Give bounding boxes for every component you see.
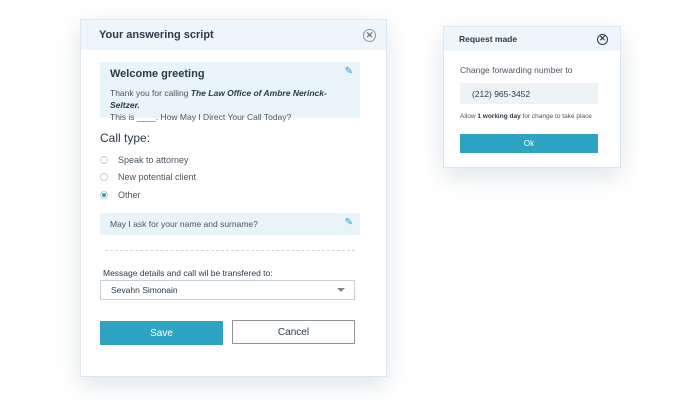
radio-other[interactable]: Other bbox=[100, 186, 196, 204]
request-made-panel: Request made ✕ Change forwarding number … bbox=[443, 26, 621, 168]
radio-button-selected[interactable] bbox=[100, 190, 108, 199]
radio-button[interactable] bbox=[100, 173, 108, 182]
radio-new-potential-client[interactable]: New potential client bbox=[100, 169, 196, 187]
note-suffix: for change to take place bbox=[520, 113, 592, 120]
radio-label: New potential client bbox=[118, 172, 197, 183]
close-icon[interactable]: ✕ bbox=[363, 28, 376, 42]
greeting-line2: This is ____. How May I Direct Your Call… bbox=[110, 112, 292, 122]
pencil-icon[interactable]: ✎ bbox=[345, 218, 353, 228]
answering-script-panel: Your answering script ✕ Welcome greeting… bbox=[80, 19, 387, 377]
question-box: May I ask for your name and surname? ✎ bbox=[100, 213, 360, 235]
save-button[interactable]: Save bbox=[100, 321, 223, 345]
radio-button[interactable] bbox=[100, 155, 108, 164]
welcome-greeting-box: Welcome greeting Thank you for calling T… bbox=[100, 62, 360, 122]
request-header: Request made ✕ bbox=[444, 27, 620, 51]
radio-speak-to-attorney[interactable]: Speak to attorney bbox=[100, 151, 196, 169]
close-icon[interactable]: ✕ bbox=[597, 33, 608, 45]
divider bbox=[105, 250, 355, 251]
call-type-options: Speak to attorney New potential client O… bbox=[100, 151, 196, 204]
cancel-button[interactable]: Cancel bbox=[232, 320, 355, 344]
transfer-label: Message details and call wil be transfer… bbox=[103, 268, 273, 278]
panel-title: Your answering script bbox=[99, 29, 214, 41]
ok-button[interactable]: Ok bbox=[460, 134, 598, 153]
question-text: May I ask for your name and surname? bbox=[110, 219, 258, 229]
radio-label: Speak to attorney bbox=[118, 154, 189, 165]
allow-note: Allow 1 working day for change to take p… bbox=[460, 113, 592, 120]
note-prefix: Allow bbox=[460, 113, 478, 120]
request-title: Request made bbox=[459, 34, 518, 44]
transfer-selected-value: Sevahn Simonain bbox=[111, 285, 178, 295]
transfer-recipient-select[interactable]: Sevahn Simonain bbox=[100, 280, 355, 300]
greeting-title: Welcome greeting bbox=[110, 68, 205, 80]
chevron-down-icon bbox=[337, 288, 345, 292]
panel-header: Your answering script ✕ bbox=[81, 20, 386, 50]
forward-label: Change forwarding number to bbox=[460, 65, 573, 75]
pencil-icon[interactable]: ✎ bbox=[345, 67, 353, 77]
note-bold: 1 working day bbox=[477, 113, 521, 120]
greeting-line1-prefix: Thank you for calling bbox=[110, 88, 191, 98]
call-type-title: Call type: bbox=[100, 131, 151, 145]
forwarding-number: (212) 965-3452 bbox=[460, 83, 598, 104]
radio-label: Other bbox=[118, 189, 141, 200]
greeting-text: Thank you for calling The Law Office of … bbox=[110, 87, 350, 123]
